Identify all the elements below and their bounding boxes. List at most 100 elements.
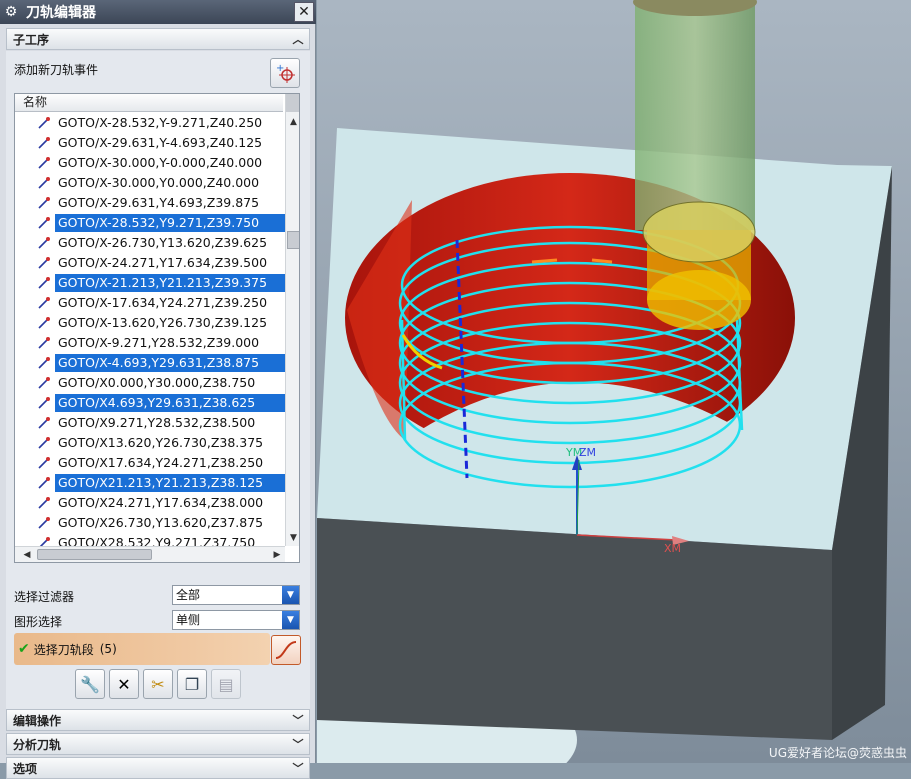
- highlighted-segment-orange[interactable]: [531, 258, 558, 264]
- section-analyze-header[interactable]: 分析刀轨 ﹀: [6, 733, 310, 755]
- section-subop-header[interactable]: 子工序 ︿: [6, 28, 310, 50]
- scrollbar-corner: [286, 94, 299, 112]
- list-item-label: GOTO/X13.620,Y26.730,Z38.375: [58, 435, 264, 450]
- goto-event-icon: [37, 416, 51, 430]
- graphics-viewport[interactable]: YM ZM XM UG爱好者论坛@荧惑虫虫: [317, 0, 911, 763]
- paste-button[interactable]: ▤: [211, 669, 241, 699]
- list-item-label: GOTO/X24.271,Y17.634,Z38.000: [58, 495, 264, 510]
- goto-event-icon: [37, 196, 51, 210]
- chevron-down-icon[interactable]: ▼: [282, 611, 299, 629]
- list-horizontal-scrollbar[interactable]: ◀ ▶: [15, 546, 285, 562]
- paste-icon: ▤: [218, 674, 234, 694]
- select-segment-label: 选择刀轨段: [33, 642, 94, 657]
- curve-icon: [275, 641, 297, 659]
- list-item-label: GOTO/X26.730,Y13.620,Z37.875: [58, 515, 264, 530]
- scrollbar-thumb[interactable]: [287, 231, 299, 249]
- list-item[interactable]: GOTO/X-30.000,Y-0.000,Z40.000: [15, 153, 285, 173]
- delete-button[interactable]: ✕: [109, 669, 139, 699]
- select-segment-count: (5): [99, 642, 117, 656]
- scroll-left-icon[interactable]: ◀: [19, 547, 35, 562]
- goto-event-icon: [37, 356, 51, 370]
- goto-event-icon: [37, 436, 51, 450]
- chevron-down-icon[interactable]: ▼: [282, 586, 299, 604]
- cut-button[interactable]: ✂: [143, 669, 173, 699]
- gear-icon[interactable]: ⚙: [0, 1, 22, 23]
- tool-shank: [635, 0, 755, 230]
- add-event-button[interactable]: +: [270, 58, 300, 88]
- list-item-label: GOTO/X-29.631,Y4.693,Z39.875: [58, 195, 260, 210]
- goto-event-icon: [37, 136, 51, 150]
- list-item[interactable]: GOTO/X0.000,Y30.000,Z38.750: [15, 373, 285, 393]
- list-item[interactable]: GOTO/X-28.532,Y-9.271,Z40.250: [15, 113, 285, 133]
- list-item-label: GOTO/X-30.000,Y0.000,Z40.000: [58, 175, 260, 190]
- scroll-up-icon[interactable]: ▲: [286, 114, 299, 130]
- svg-text:+: +: [276, 63, 284, 74]
- list-vertical-scrollbar[interactable]: ▲ ▼: [285, 94, 299, 546]
- tool-disc: [642, 201, 756, 263]
- select-curve-button[interactable]: [271, 635, 301, 665]
- goto-event-icon: [37, 276, 51, 290]
- toolpath-editor-dialog: ⚙ 刀轨编辑器 ✕ 子工序 ︿ 添加新刀轨事件 + 名称 GOTO/X-28.5…: [0, 0, 316, 779]
- list-item[interactable]: GOTO/X26.730,Y13.620,Z37.875: [15, 513, 285, 533]
- section-options-header[interactable]: 选项 ﹀: [6, 757, 310, 779]
- list-item[interactable]: GOTO/X17.634,Y24.271,Z38.250: [15, 453, 285, 473]
- close-button[interactable]: ✕: [294, 2, 314, 22]
- list-item-label: GOTO/X-28.532,Y-9.271,Z40.250: [58, 115, 263, 130]
- list-item[interactable]: GOTO/X-21.213,Y21.213,Z39.375: [15, 273, 285, 293]
- tool-tip: [647, 270, 751, 330]
- list-column-header[interactable]: 名称: [15, 94, 283, 112]
- select-segment-row[interactable]: ✔ 选择刀轨段 (5): [14, 633, 270, 665]
- goto-event-icon: [37, 456, 51, 470]
- list-item[interactable]: GOTO/X24.271,Y17.634,Z38.000: [15, 493, 285, 513]
- list-item[interactable]: GOTO/X-4.693,Y29.631,Z38.875: [15, 353, 285, 373]
- model-scene[interactable]: [317, 0, 911, 763]
- check-icon: ✔: [18, 641, 30, 657]
- watermark: UG爱好者论坛@荧惑虫虫: [768, 746, 907, 760]
- dialog-titlebar: ⚙ 刀轨编辑器 ✕: [0, 0, 316, 24]
- goto-event-icon: [37, 516, 51, 530]
- scroll-right-icon[interactable]: ▶: [269, 547, 285, 562]
- chevron-down-icon[interactable]: ﹀: [289, 711, 307, 729]
- list-item[interactable]: GOTO/X-26.730,Y13.620,Z39.625: [15, 233, 285, 253]
- hscrollbar-thumb[interactable]: [37, 549, 152, 560]
- scroll-down-icon[interactable]: ▼: [286, 530, 299, 546]
- list-item[interactable]: GOTO/X9.271,Y28.532,Z38.500: [15, 413, 285, 433]
- goto-event-icon: [37, 336, 51, 350]
- list-item[interactable]: GOTO/X4.693,Y29.631,Z38.625: [15, 393, 285, 413]
- section-edit-header[interactable]: 编辑操作 ﹀: [6, 709, 310, 731]
- list-item[interactable]: GOTO/X13.620,Y26.730,Z38.375: [15, 433, 285, 453]
- highlighted-segment-orange-2[interactable]: [591, 258, 613, 264]
- list-item-label: GOTO/X-30.000,Y-0.000,Z40.000: [58, 155, 263, 170]
- list-item[interactable]: GOTO/X-29.631,Y-4.693,Z40.125: [15, 133, 285, 153]
- goto-event-icon: [37, 376, 51, 390]
- axis-label-xm: XM: [664, 542, 682, 555]
- chevron-down-icon[interactable]: ﹀: [289, 735, 307, 753]
- add-event-label: 添加新刀轨事件: [14, 63, 99, 77]
- chevron-down-icon[interactable]: ﹀: [289, 759, 307, 777]
- list-item[interactable]: GOTO/X-28.532,Y9.271,Z39.750: [15, 213, 285, 233]
- list-item[interactable]: GOTO/X21.213,Y21.213,Z38.125: [15, 473, 285, 493]
- chevron-up-icon[interactable]: ︿: [289, 30, 307, 48]
- list-item[interactable]: GOTO/X-9.271,Y28.532,Z39.000: [15, 333, 285, 353]
- edit-button[interactable]: 🔧: [75, 669, 105, 699]
- filter-select[interactable]: 全部 ▼: [172, 585, 300, 605]
- goto-event-icon: [37, 316, 51, 330]
- axis-label-zm: ZM: [579, 446, 597, 459]
- shape-value: 单侧: [176, 613, 201, 627]
- list-item-label: GOTO/X-24.271,Y17.634,Z39.500: [58, 255, 268, 270]
- list-item-label: GOTO/X21.213,Y21.213,Z38.125: [55, 474, 285, 492]
- toolpath-event-list[interactable]: 名称 GOTO/X-28.532,Y-9.271,Z40.250 GOTO/X-2…: [14, 93, 300, 563]
- list-item[interactable]: GOTO/X-30.000,Y0.000,Z40.000: [15, 173, 285, 193]
- list-item[interactable]: GOTO/X-17.634,Y24.271,Z39.250: [15, 293, 285, 313]
- goto-event-icon: [37, 236, 51, 250]
- filter-value: 全部: [176, 588, 201, 602]
- goto-event-icon: [37, 476, 51, 490]
- copy-button[interactable]: ❐: [177, 669, 207, 699]
- goto-event-icon: [37, 156, 51, 170]
- list-item-label: GOTO/X9.271,Y28.532,Z38.500: [58, 415, 256, 430]
- list-item[interactable]: GOTO/X-13.620,Y26.730,Z39.125: [15, 313, 285, 333]
- list-item[interactable]: GOTO/X-29.631,Y4.693,Z39.875: [15, 193, 285, 213]
- list-item-label: GOTO/X-9.271,Y28.532,Z39.000: [58, 335, 260, 350]
- shape-select[interactable]: 单侧 ▼: [172, 610, 300, 630]
- list-item[interactable]: GOTO/X-24.271,Y17.634,Z39.500: [15, 253, 285, 273]
